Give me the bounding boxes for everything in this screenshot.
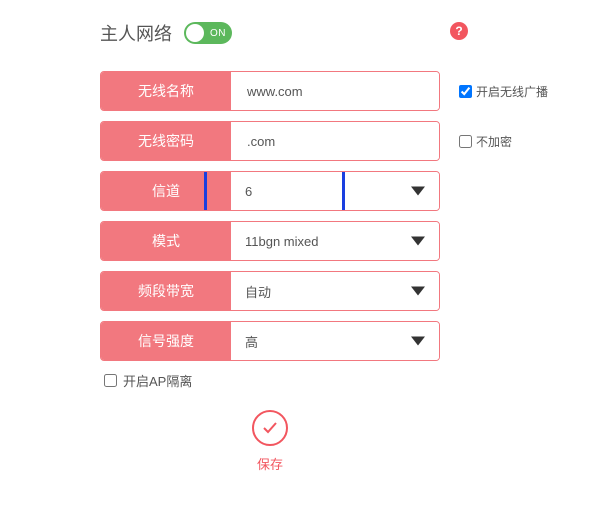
main-panel: 主人网络 ON ? 无线名称 开启无线广播 无线密码 不加密	[0, 0, 600, 483]
channel-value: 6	[245, 184, 252, 199]
no-encrypt-label: 不加密	[476, 133, 512, 150]
ssid-input[interactable]	[245, 83, 425, 100]
signal-select[interactable]: 信号强度 高	[100, 321, 440, 361]
toggle-knob	[186, 24, 204, 42]
password-label: 无线密码	[101, 122, 231, 160]
ap-isolation-label: 开启AP隔离	[123, 371, 192, 390]
bandwidth-value-box: 自动	[231, 272, 439, 310]
mode-value: 11bgn mixed	[245, 234, 318, 249]
mode-select[interactable]: 模式 11bgn mixed	[100, 221, 440, 261]
signal-label: 信号强度	[101, 322, 231, 360]
ssid-label: 无线名称	[101, 72, 231, 110]
enable-toggle[interactable]: ON	[184, 22, 232, 44]
no-encrypt-checkbox[interactable]	[459, 135, 472, 148]
ap-isolation-checkbox[interactable]	[104, 374, 117, 387]
row-ap-isolation: 开启AP隔离	[100, 371, 600, 390]
row-channel: 信道 6	[100, 171, 600, 211]
ssid-value-box	[231, 72, 439, 110]
ssid-field: 无线名称	[100, 71, 440, 111]
mode-value-box: 11bgn mixed	[231, 222, 439, 260]
chevron-down-icon	[411, 337, 425, 346]
save-label: 保存	[257, 454, 283, 473]
mode-label: 模式	[101, 222, 231, 260]
broadcast-label: 开启无线广播	[476, 83, 548, 100]
no-encrypt-option[interactable]: 不加密	[455, 132, 512, 151]
check-icon	[260, 418, 280, 438]
row-signal: 信号强度 高	[100, 321, 600, 361]
row-password: 无线密码 不加密	[100, 121, 600, 161]
save-button[interactable]	[252, 410, 288, 446]
broadcast-checkbox[interactable]	[459, 85, 472, 98]
header: 主人网络 ON	[100, 20, 600, 46]
password-field: 无线密码	[100, 121, 440, 161]
signal-value: 高	[245, 332, 258, 351]
row-ssid: 无线名称 开启无线广播	[100, 71, 600, 111]
channel-value-box: 6	[231, 172, 439, 210]
broadcast-option[interactable]: 开启无线广播	[455, 82, 548, 101]
row-bandwidth: 频段带宽 自动	[100, 271, 600, 311]
chevron-down-icon	[411, 187, 425, 196]
save-area: 保存	[100, 410, 440, 473]
bandwidth-select[interactable]: 频段带宽 自动	[100, 271, 440, 311]
channel-select[interactable]: 信道 6	[100, 171, 440, 211]
password-value-box	[231, 122, 439, 160]
bandwidth-label: 频段带宽	[101, 272, 231, 310]
help-icon[interactable]: ?	[450, 22, 468, 40]
page-title: 主人网络	[100, 20, 172, 46]
password-input[interactable]	[245, 133, 425, 150]
bandwidth-value: 自动	[245, 282, 271, 301]
signal-value-box: 高	[231, 322, 439, 360]
chevron-down-icon	[411, 287, 425, 296]
row-mode: 模式 11bgn mixed	[100, 221, 600, 261]
chevron-down-icon	[411, 237, 425, 246]
toggle-label: ON	[210, 28, 226, 39]
channel-label: 信道	[101, 172, 231, 210]
